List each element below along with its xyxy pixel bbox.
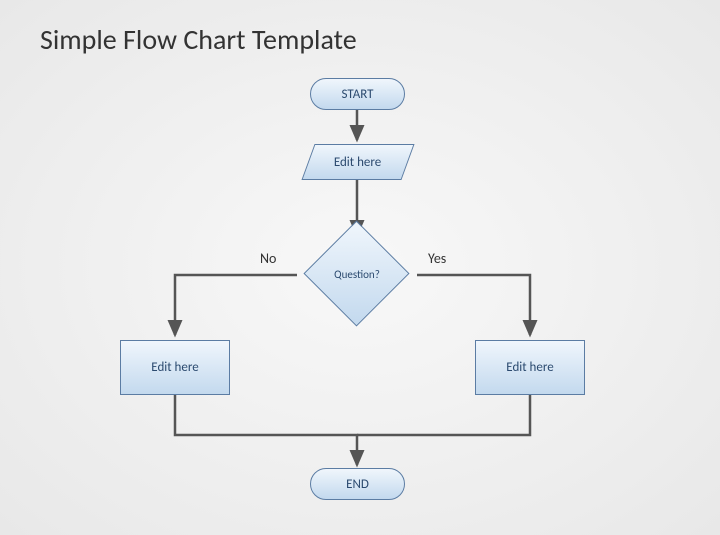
end-node: END xyxy=(310,468,405,500)
no-branch-label: No xyxy=(260,250,276,267)
input-label: Edit here xyxy=(334,155,381,170)
flowchart-canvas: START Edit here Question? No Yes Edit he… xyxy=(0,0,720,535)
left-process-label: Edit here xyxy=(151,360,198,375)
decision-label: Question? xyxy=(297,268,417,281)
right-process-label: Edit here xyxy=(506,360,553,375)
right-process-node: Edit here xyxy=(475,340,585,395)
decision-node: Question? xyxy=(297,238,417,308)
start-node: START xyxy=(310,78,405,110)
start-label: START xyxy=(342,87,374,102)
left-process-node: Edit here xyxy=(120,340,230,395)
input-node: Edit here xyxy=(301,144,414,180)
yes-branch-label: Yes xyxy=(428,250,446,267)
end-label: END xyxy=(346,477,369,492)
